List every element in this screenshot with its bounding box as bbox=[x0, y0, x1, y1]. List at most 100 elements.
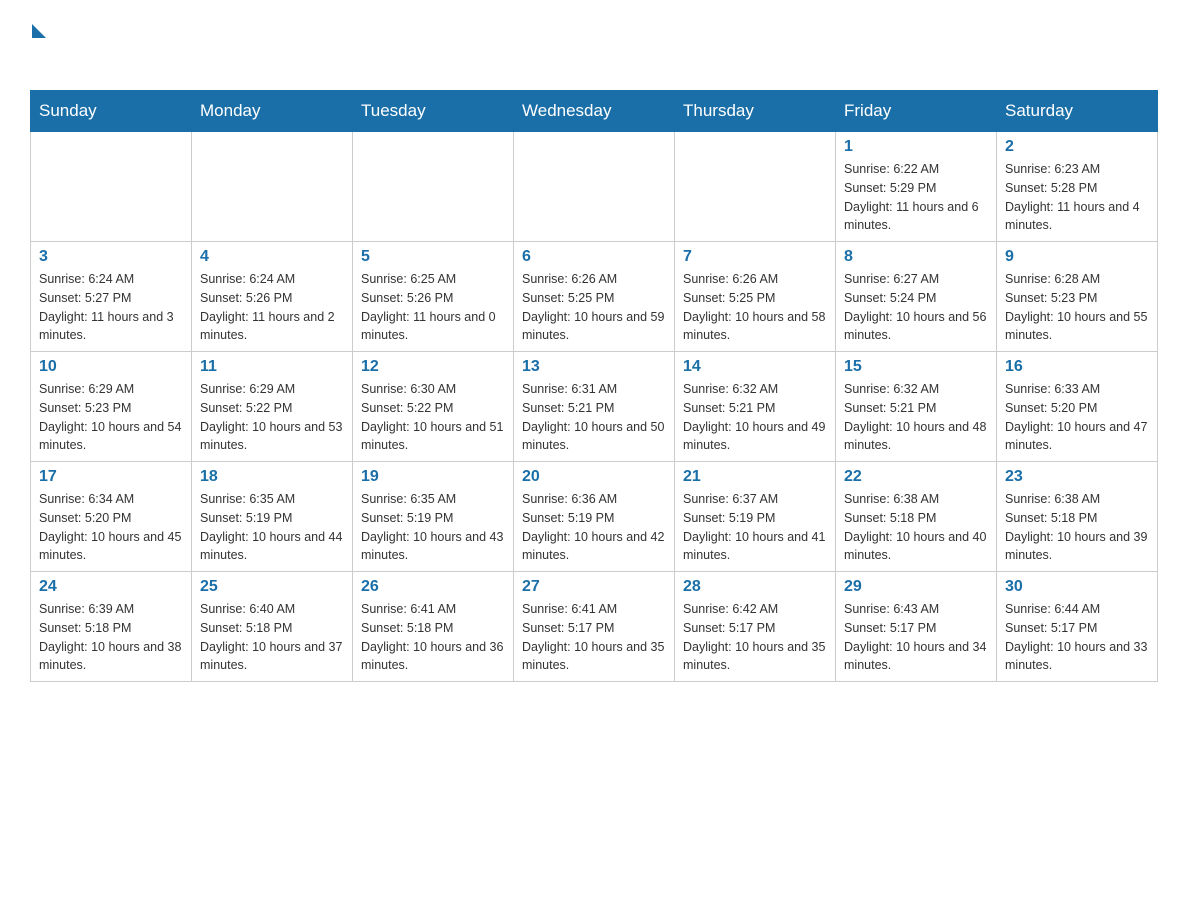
weekday-header-thursday: Thursday bbox=[675, 91, 836, 132]
calendar-cell: 29Sunrise: 6:43 AMSunset: 5:17 PMDayligh… bbox=[836, 572, 997, 682]
day-number: 4 bbox=[200, 248, 344, 266]
day-info: Sunrise: 6:41 AMSunset: 5:18 PMDaylight:… bbox=[361, 600, 505, 675]
calendar-cell: 22Sunrise: 6:38 AMSunset: 5:18 PMDayligh… bbox=[836, 462, 997, 572]
day-number: 30 bbox=[1005, 578, 1149, 596]
calendar-cell: 23 Sunrise: 6:38 AMSunset: 5:18 PMDayligh… bbox=[997, 462, 1158, 572]
calendar-cell bbox=[192, 132, 353, 242]
day-number: 12 bbox=[361, 358, 505, 376]
day-number: 5 bbox=[361, 248, 505, 266]
calendar-cell: 27 Sunrise: 6:41 AMSunset: 5:17 PMDayligh… bbox=[514, 572, 675, 682]
day-info: Sunrise: 6:44 AMSunset: 5:17 PMDaylight:… bbox=[1005, 600, 1149, 675]
day-info: Sunrise: 6:22 AMSunset: 5:29 PMDaylight:… bbox=[844, 160, 988, 235]
day-info: Sunrise: 6:39 AMSunset: 5:18 PMDaylight:… bbox=[39, 600, 183, 675]
calendar-cell: 18 Sunrise: 6:35 AMSunset: 5:19 PMDayligh… bbox=[192, 462, 353, 572]
day-info: Sunrise: 6:35 AMSunset: 5:19 PMDaylight:… bbox=[361, 490, 505, 565]
day-number: 15 bbox=[844, 358, 988, 376]
day-info: Sunrise: 6:26 AMSunset: 5:25 PMDaylight:… bbox=[683, 270, 827, 345]
day-number: 6 bbox=[522, 248, 666, 266]
calendar-cell bbox=[353, 132, 514, 242]
weekday-header-friday: Friday bbox=[836, 91, 997, 132]
calendar-cell: 12 Sunrise: 6:30 AMSunset: 5:22 PMDayligh… bbox=[353, 352, 514, 462]
weekday-header-row: SundayMondayTuesdayWednesdayThursdayFrid… bbox=[31, 91, 1158, 132]
day-number: 28 bbox=[683, 578, 827, 596]
day-number: 27 bbox=[522, 578, 666, 596]
calendar-table: SundayMondayTuesdayWednesdayThursdayFrid… bbox=[30, 90, 1158, 682]
day-info: Sunrise: 6:33 AMSunset: 5:20 PMDaylight:… bbox=[1005, 380, 1149, 455]
day-info: Sunrise: 6:34 AMSunset: 5:20 PMDaylight:… bbox=[39, 490, 183, 565]
day-number: 13 bbox=[522, 358, 666, 376]
day-number: 16 bbox=[1005, 358, 1149, 376]
calendar-week-row: 24 Sunrise: 6:39 AMSunset: 5:18 PMDayligh… bbox=[31, 572, 1158, 682]
logo-arrow-icon bbox=[32, 24, 46, 38]
calendar-cell bbox=[514, 132, 675, 242]
calendar-cell: 7 Sunrise: 6:26 AMSunset: 5:25 PMDaylight… bbox=[675, 242, 836, 352]
calendar-cell: 20 Sunrise: 6:36 AMSunset: 5:19 PMDayligh… bbox=[514, 462, 675, 572]
calendar-cell bbox=[31, 132, 192, 242]
calendar-cell: 16 Sunrise: 6:33 AMSunset: 5:20 PMDayligh… bbox=[997, 352, 1158, 462]
logo bbox=[30, 20, 46, 70]
weekday-header-sunday: Sunday bbox=[31, 91, 192, 132]
day-info: Sunrise: 6:26 AMSunset: 5:25 PMDaylight:… bbox=[522, 270, 666, 345]
calendar-cell: 11Sunrise: 6:29 AMSunset: 5:22 PMDayligh… bbox=[192, 352, 353, 462]
calendar-cell: 15 Sunrise: 6:32 AMSunset: 5:21 PMDayligh… bbox=[836, 352, 997, 462]
calendar-week-row: 1 Sunrise: 6:22 AMSunset: 5:29 PMDaylight… bbox=[31, 132, 1158, 242]
weekday-header-saturday: Saturday bbox=[997, 91, 1158, 132]
calendar-week-row: 17Sunrise: 6:34 AMSunset: 5:20 PMDayligh… bbox=[31, 462, 1158, 572]
weekday-header-monday: Monday bbox=[192, 91, 353, 132]
day-number: 3 bbox=[39, 248, 183, 266]
weekday-header-wednesday: Wednesday bbox=[514, 91, 675, 132]
day-info: Sunrise: 6:28 AMSunset: 5:23 PMDaylight:… bbox=[1005, 270, 1149, 345]
day-info: Sunrise: 6:35 AMSunset: 5:19 PMDaylight:… bbox=[200, 490, 344, 565]
day-number: 10 bbox=[39, 358, 183, 376]
day-info: Sunrise: 6:42 AMSunset: 5:17 PMDaylight:… bbox=[683, 600, 827, 675]
day-number: 7 bbox=[683, 248, 827, 266]
day-info: Sunrise: 6:36 AMSunset: 5:19 PMDaylight:… bbox=[522, 490, 666, 565]
calendar-cell: 9 Sunrise: 6:28 AMSunset: 5:23 PMDaylight… bbox=[997, 242, 1158, 352]
day-number: 21 bbox=[683, 468, 827, 486]
day-number: 23 bbox=[1005, 468, 1149, 486]
calendar-week-row: 3 Sunrise: 6:24 AMSunset: 5:27 PMDaylight… bbox=[31, 242, 1158, 352]
day-info: Sunrise: 6:25 AMSunset: 5:26 PMDaylight:… bbox=[361, 270, 505, 345]
day-number: 18 bbox=[200, 468, 344, 486]
calendar-cell: 1 Sunrise: 6:22 AMSunset: 5:29 PMDaylight… bbox=[836, 132, 997, 242]
day-info: Sunrise: 6:24 AMSunset: 5:26 PMDaylight:… bbox=[200, 270, 344, 345]
day-number: 26 bbox=[361, 578, 505, 596]
day-info: Sunrise: 6:31 AMSunset: 5:21 PMDaylight:… bbox=[522, 380, 666, 455]
day-info: Sunrise: 6:43 AMSunset: 5:17 PMDaylight:… bbox=[844, 600, 988, 675]
day-number: 24 bbox=[39, 578, 183, 596]
calendar-cell: 24 Sunrise: 6:39 AMSunset: 5:18 PMDayligh… bbox=[31, 572, 192, 682]
day-number: 20 bbox=[522, 468, 666, 486]
calendar-week-row: 10Sunrise: 6:29 AMSunset: 5:23 PMDayligh… bbox=[31, 352, 1158, 462]
calendar-cell: 19 Sunrise: 6:35 AMSunset: 5:19 PMDayligh… bbox=[353, 462, 514, 572]
day-info: Sunrise: 6:37 AMSunset: 5:19 PMDaylight:… bbox=[683, 490, 827, 565]
calendar-cell: 13 Sunrise: 6:31 AMSunset: 5:21 PMDayligh… bbox=[514, 352, 675, 462]
day-info: Sunrise: 6:29 AMSunset: 5:22 PMDaylight:… bbox=[200, 380, 344, 455]
day-info: Sunrise: 6:30 AMSunset: 5:22 PMDaylight:… bbox=[361, 380, 505, 455]
day-info: Sunrise: 6:27 AMSunset: 5:24 PMDaylight:… bbox=[844, 270, 988, 345]
day-info: Sunrise: 6:41 AMSunset: 5:17 PMDaylight:… bbox=[522, 600, 666, 675]
calendar-cell: 25 Sunrise: 6:40 AMSunset: 5:18 PMDayligh… bbox=[192, 572, 353, 682]
calendar-cell: 17Sunrise: 6:34 AMSunset: 5:20 PMDayligh… bbox=[31, 462, 192, 572]
day-info: Sunrise: 6:38 AMSunset: 5:18 PMDaylight:… bbox=[1005, 490, 1149, 565]
calendar-cell bbox=[675, 132, 836, 242]
calendar-cell: 6 Sunrise: 6:26 AMSunset: 5:25 PMDaylight… bbox=[514, 242, 675, 352]
day-info: Sunrise: 6:32 AMSunset: 5:21 PMDaylight:… bbox=[683, 380, 827, 455]
day-info: Sunrise: 6:32 AMSunset: 5:21 PMDaylight:… bbox=[844, 380, 988, 455]
day-number: 19 bbox=[361, 468, 505, 486]
calendar-cell: 30 Sunrise: 6:44 AMSunset: 5:17 PMDayligh… bbox=[997, 572, 1158, 682]
page-header bbox=[30, 20, 1158, 70]
day-number: 1 bbox=[844, 138, 988, 156]
calendar-cell: 8 Sunrise: 6:27 AMSunset: 5:24 PMDaylight… bbox=[836, 242, 997, 352]
day-number: 14 bbox=[683, 358, 827, 376]
calendar-cell: 26 Sunrise: 6:41 AMSunset: 5:18 PMDayligh… bbox=[353, 572, 514, 682]
calendar-cell: 5 Sunrise: 6:25 AMSunset: 5:26 PMDaylight… bbox=[353, 242, 514, 352]
day-info: Sunrise: 6:40 AMSunset: 5:18 PMDaylight:… bbox=[200, 600, 344, 675]
calendar-cell: 4 Sunrise: 6:24 AMSunset: 5:26 PMDaylight… bbox=[192, 242, 353, 352]
calendar-cell: 3 Sunrise: 6:24 AMSunset: 5:27 PMDaylight… bbox=[31, 242, 192, 352]
day-info: Sunrise: 6:24 AMSunset: 5:27 PMDaylight:… bbox=[39, 270, 183, 345]
day-number: 8 bbox=[844, 248, 988, 266]
calendar-cell: 28 Sunrise: 6:42 AMSunset: 5:17 PMDayligh… bbox=[675, 572, 836, 682]
day-number: 25 bbox=[200, 578, 344, 596]
day-number: 9 bbox=[1005, 248, 1149, 266]
calendar-cell: 14 Sunrise: 6:32 AMSunset: 5:21 PMDayligh… bbox=[675, 352, 836, 462]
